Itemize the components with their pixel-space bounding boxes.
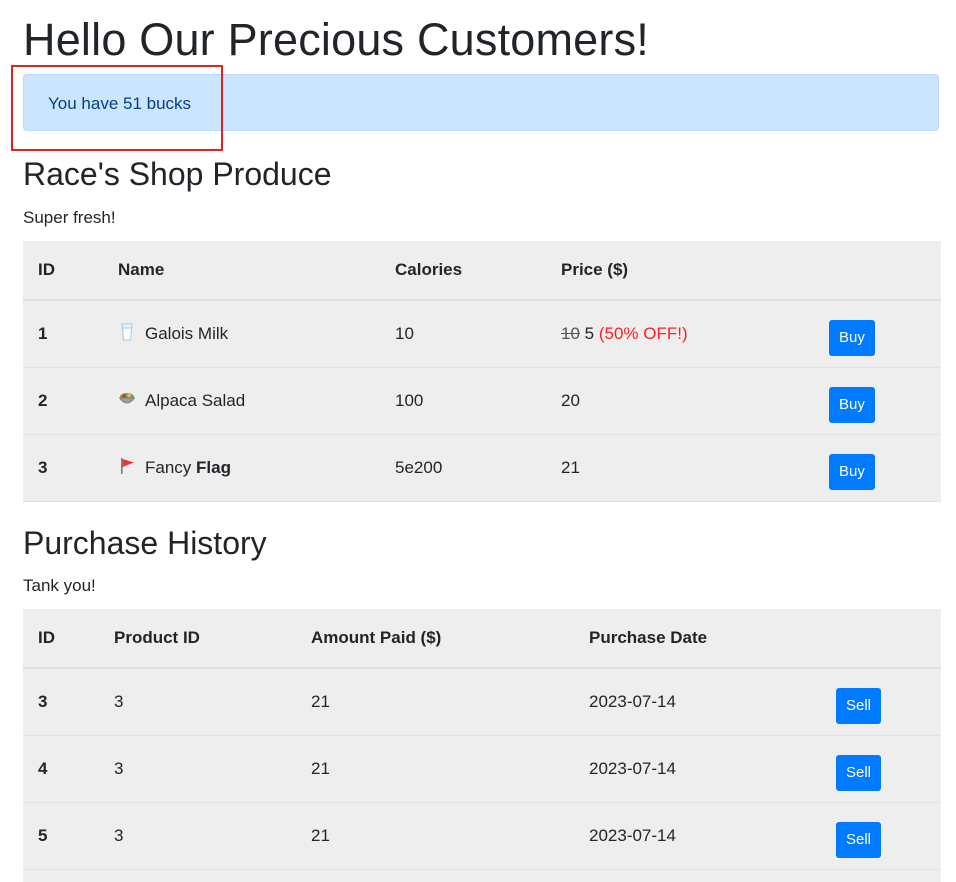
item-id: 3 — [23, 434, 103, 502]
purchase-action-cell: Sell — [821, 802, 941, 870]
history-subtitle: Tank you! — [23, 576, 96, 595]
sell-button[interactable]: Sell — [836, 754, 882, 791]
item-price-cell: 20 — [546, 367, 814, 435]
balance-alert: You have 51 bucks — [23, 74, 939, 131]
purchase-id: 5 — [23, 802, 99, 870]
buy-button[interactable]: Buy — [829, 386, 875, 423]
purchase-action-cell: Sell — [821, 668, 941, 736]
sell-button[interactable]: Sell — [836, 821, 882, 858]
column-header-calories: Calories — [380, 241, 546, 301]
item-calories: 100 — [380, 367, 546, 435]
item-name: Galois Milk — [145, 324, 229, 344]
item-action-cell: Buy — [814, 300, 941, 368]
purchase-action-cell: Sell — [821, 735, 941, 803]
history-heading: Purchase History — [23, 525, 267, 561]
purchase-product-id: 3 — [99, 668, 296, 736]
purchase-date: 2023-07-14 — [574, 802, 821, 870]
item-name-cell: Alpaca Salad — [103, 367, 380, 435]
item-price: 5 — [584, 323, 595, 343]
sell-button[interactable]: Sell — [836, 687, 882, 724]
shop-table: ID Name Calories Price ($) 1 Galois Milk… — [23, 241, 941, 502]
purchase-id: 3 — [23, 668, 99, 736]
purchase-product-id: 3 — [99, 802, 296, 870]
purchase-amount: 21 — [296, 735, 574, 803]
page-title: Hello Our Precious Customers! — [23, 14, 650, 65]
milk-glass-icon — [121, 323, 133, 341]
item-name-bold: Flag — [196, 458, 231, 477]
history-table-header: ID Product ID Amount Paid ($) Purchase D… — [23, 609, 941, 669]
column-header-price: Price ($) — [546, 241, 814, 301]
shop-subtitle: Super fresh! — [23, 208, 116, 227]
column-header-action — [821, 609, 941, 669]
shop-row: 2 Alpaca Salad 100 20 Buy — [23, 367, 941, 435]
item-name: Fancy — [145, 458, 197, 477]
history-row: 5 3 21 2023-07-14 Sell — [23, 802, 941, 870]
purchase-amount: 21 — [296, 802, 574, 870]
shop-heading: Race's Shop Produce — [23, 156, 332, 192]
red-flag-icon — [121, 458, 134, 474]
buy-button[interactable]: Buy — [829, 453, 875, 490]
balance-text: You have 51 bucks — [48, 94, 192, 113]
column-header-id: ID — [23, 609, 99, 669]
column-header-date: Purchase Date — [574, 609, 821, 669]
history-table: ID Product ID Amount Paid ($) Purchase D… — [23, 609, 941, 882]
item-old-price: 10 — [561, 323, 580, 343]
item-price: 21 — [561, 457, 580, 477]
item-price: 20 — [561, 390, 580, 410]
history-row-partial — [23, 869, 941, 882]
item-price-cell: 21 — [546, 434, 814, 502]
item-calories: 5e200 — [380, 434, 546, 502]
history-row: 4 3 21 2023-07-14 Sell — [23, 735, 941, 803]
item-action-cell: Buy — [814, 434, 941, 502]
column-header-amount: Amount Paid ($) — [296, 609, 574, 669]
column-header-product-id: Product ID — [99, 609, 296, 669]
purchase-id: 4 — [23, 735, 99, 803]
item-id: 1 — [23, 300, 103, 368]
item-calories: 10 — [380, 300, 546, 368]
item-price-cell: 10 5 (50% OFF!) — [546, 300, 814, 368]
column-header-id: ID — [23, 241, 103, 301]
column-header-name: Name — [103, 241, 380, 301]
salad-bowl-icon — [118, 393, 136, 404]
item-name-cell: Galois Milk — [103, 300, 380, 368]
item-id: 2 — [23, 367, 103, 435]
purchase-date: 2023-07-14 — [574, 668, 821, 736]
purchase-product-id: 3 — [99, 735, 296, 803]
item-name: Alpaca Salad — [145, 391, 246, 410]
item-discount: (50% OFF!) — [598, 323, 688, 343]
shop-row: 3 Fancy Flag 5e200 21 Buy — [23, 434, 941, 502]
purchase-date: 2023-07-14 — [574, 735, 821, 803]
shop-row: 1 Galois Milk 10 10 5 (50% OFF!) Buy — [23, 300, 941, 368]
column-header-action — [814, 241, 941, 301]
item-action-cell: Buy — [814, 367, 941, 435]
item-name-cell: Fancy Flag — [103, 434, 380, 502]
buy-button[interactable]: Buy — [829, 319, 875, 356]
shop-table-header: ID Name Calories Price ($) — [23, 241, 941, 301]
history-row: 3 3 21 2023-07-14 Sell — [23, 668, 941, 736]
purchase-amount: 21 — [296, 668, 574, 736]
